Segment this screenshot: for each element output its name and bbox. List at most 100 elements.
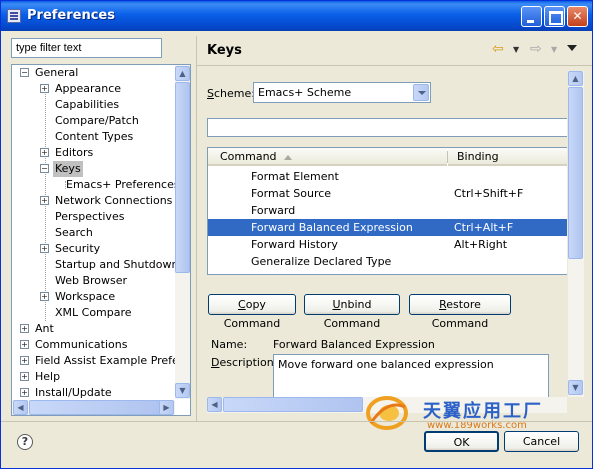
tree-item[interactable]: + Communications [12, 337, 174, 353]
tree-item[interactable]: Search [12, 225, 174, 241]
filter-input[interactable] [11, 38, 162, 58]
expand-icon[interactable]: + [20, 356, 29, 365]
tree-item[interactable]: + Ant [12, 321, 174, 337]
table-row[interactable]: Forward [208, 202, 567, 219]
tree-item[interactable]: − Keys [12, 161, 174, 177]
tree-item[interactable]: XML Compare [12, 305, 174, 321]
command-cell: Format Source [251, 187, 332, 200]
scheme-value: Emacs+ Scheme [258, 86, 352, 99]
description-field[interactable]: Move forward one balanced expression [273, 354, 549, 397]
forward-arrow-icon[interactable]: ⇨ [530, 42, 548, 56]
view-menu-icon[interactable] [567, 45, 577, 51]
scroll-thumb[interactable] [175, 82, 190, 273]
column-header-binding[interactable]: Binding [448, 148, 567, 166]
binding-cell: Alt+Right [454, 238, 508, 251]
back-arrow-icon[interactable]: ⇦ [492, 42, 510, 56]
page-scroll-left-icon[interactable]: ◀ [207, 397, 222, 412]
command-search-input[interactable] [207, 118, 567, 137]
tree-item[interactable]: Compare/Patch [12, 113, 174, 129]
page-scroll-thumb[interactable] [568, 87, 583, 259]
table-row[interactable]: Forward Balanced Expression Ctrl+Alt+F [208, 219, 567, 236]
chevron-down-icon[interactable] [413, 84, 429, 101]
table-row[interactable]: Format Element [208, 168, 567, 185]
tree-item[interactable]: Startup and Shutdown [12, 257, 178, 273]
help-icon[interactable]: ? [17, 434, 33, 450]
tree-item-label: Install/Update [35, 386, 112, 399]
binding-cell: Ctrl+Alt+F [454, 221, 514, 234]
preferences-window: Preferences ✕ −General+AppearanceCapabil… [0, 0, 593, 469]
header-divider [197, 65, 592, 66]
minimize-button[interactable] [521, 6, 542, 27]
page-vertical-scrollbar[interactable]: ▲ ▼ [568, 71, 584, 397]
tree-item-label: Compare/Patch [55, 114, 139, 127]
command-cell: Generalize Declared Type [251, 255, 392, 268]
scroll-right-icon[interactable]: ▶ [159, 400, 174, 415]
table-row[interactable]: Format Source Ctrl+Shift+F [208, 185, 567, 202]
tree-item[interactable]: + Field Assist Example Preferer [12, 353, 190, 369]
scroll-thumb-horizontal[interactable] [29, 400, 161, 415]
copy-command-button[interactable]: Copy Command [208, 294, 296, 330]
watermark-logo: 天翼应用工厂 www.189works.com [365, 393, 587, 433]
tree-item[interactable]: Web Browser [12, 273, 174, 289]
collapse-icon[interactable]: − [20, 68, 29, 77]
expand-icon[interactable]: + [20, 372, 29, 381]
unbind-command-button[interactable]: Unbind Command [304, 294, 400, 330]
expand-icon[interactable]: + [20, 388, 29, 397]
tree-item[interactable]: + Appearance [12, 81, 174, 97]
collapse-icon[interactable]: − [40, 164, 49, 173]
preference-tree[interactable]: − General + Appearance Capabilities Compare/P… [11, 64, 191, 416]
scheme-select[interactable]: Emacs+ Scheme [253, 82, 431, 103]
scroll-down-icon[interactable]: ▼ [175, 383, 190, 398]
command-cell: Forward [251, 204, 296, 217]
tree-item-label: XML Compare [55, 306, 132, 319]
expand-icon[interactable]: + [40, 292, 49, 301]
tree-item-label: Search [55, 226, 93, 239]
title-bar[interactable]: Preferences ✕ [1, 1, 592, 31]
tree-item-label: Network Connections [55, 194, 173, 207]
sort-ascending-icon [283, 154, 292, 160]
tree-item-label: General [35, 66, 79, 79]
tree-item[interactable]: − General [12, 65, 174, 81]
tree-item[interactable]: + Editors [12, 145, 174, 161]
keys-table[interactable]: Command Binding Format Element Format Sou… [207, 147, 567, 275]
tree-item-label: Editors [55, 146, 94, 159]
tree-item[interactable]: + Security [12, 241, 174, 257]
scroll-up-icon[interactable]: ▲ [175, 66, 190, 81]
tree-item[interactable]: Perspectives [12, 209, 174, 225]
tree-vertical-scrollbar[interactable]: ▲ ▼ [175, 65, 190, 399]
description-label: Description: [211, 356, 278, 369]
forward-history-dropdown-icon[interactable]: ▼ [551, 45, 557, 54]
expand-icon[interactable]: + [40, 148, 49, 157]
column-header-command-label: Command [220, 150, 277, 163]
page-scroll-thumb-horizontal[interactable] [223, 397, 363, 412]
maximize-button[interactable] [544, 6, 565, 27]
tree-horizontal-scrollbar[interactable]: ◀ ▶ [12, 400, 175, 415]
expand-icon[interactable]: + [40, 196, 49, 205]
tree-item[interactable]: Capabilities [12, 97, 174, 113]
tree-item-label: Perspectives [55, 210, 125, 223]
expand-icon[interactable]: + [20, 340, 29, 349]
restore-command-button[interactable]: Restore Command [409, 294, 511, 330]
close-button[interactable]: ✕ [567, 6, 588, 27]
tree-item[interactable]: + Workspace [12, 289, 174, 305]
keys-page: Scheme: Emacs+ Scheme Command Binding Fo… [197, 67, 567, 397]
expand-icon[interactable]: + [40, 244, 49, 253]
tree-item[interactable]: Emacs+ Preferences [12, 177, 180, 193]
table-row[interactable]: Generalize Declared Type [208, 253, 567, 270]
swirl-logo-icon [366, 396, 408, 430]
table-row[interactable]: Forward History Alt+Right [208, 236, 567, 253]
tree-item[interactable]: + Network Connections [12, 193, 174, 209]
tree-item[interactable]: + Install/Update [12, 385, 174, 401]
back-history-dropdown-icon[interactable]: ▼ [513, 45, 519, 54]
scheme-label: Scheme: [207, 87, 255, 100]
tree-item[interactable]: + Help [12, 369, 174, 385]
scroll-left-icon[interactable]: ◀ [13, 400, 28, 415]
cancel-button[interactable]: Cancel [504, 431, 579, 452]
expand-icon[interactable]: + [40, 84, 49, 93]
expand-icon[interactable]: + [20, 324, 29, 333]
page-scroll-up-icon[interactable]: ▲ [568, 71, 583, 86]
tree-item[interactable]: Content Types [12, 129, 174, 145]
page-title: Keys [207, 43, 242, 58]
column-header-command[interactable]: Command [208, 148, 447, 166]
ok-button[interactable]: OK [424, 431, 499, 452]
